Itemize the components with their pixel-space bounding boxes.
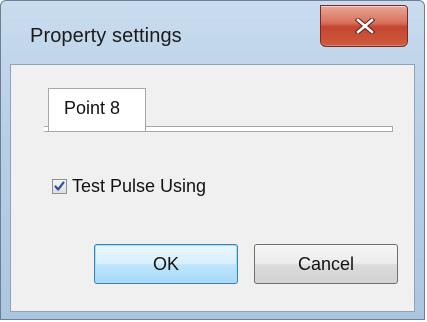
tab-label: Point 8 [64, 98, 121, 118]
checkmark-icon [54, 180, 65, 191]
test-pulse-option[interactable]: Test Pulse Using [52, 174, 206, 198]
ok-button[interactable]: OK [94, 244, 238, 284]
tab-point-8[interactable]: Point 8 [48, 88, 146, 131]
cancel-button[interactable]: Cancel [254, 244, 398, 284]
title-bar[interactable]: Property settings [1, 1, 424, 63]
test-pulse-label: Test Pulse Using [72, 175, 207, 196]
test-pulse-checkbox[interactable] [52, 178, 67, 194]
close-button[interactable] [320, 5, 408, 47]
close-x-icon [355, 18, 375, 34]
window-title: Property settings [30, 25, 182, 47]
